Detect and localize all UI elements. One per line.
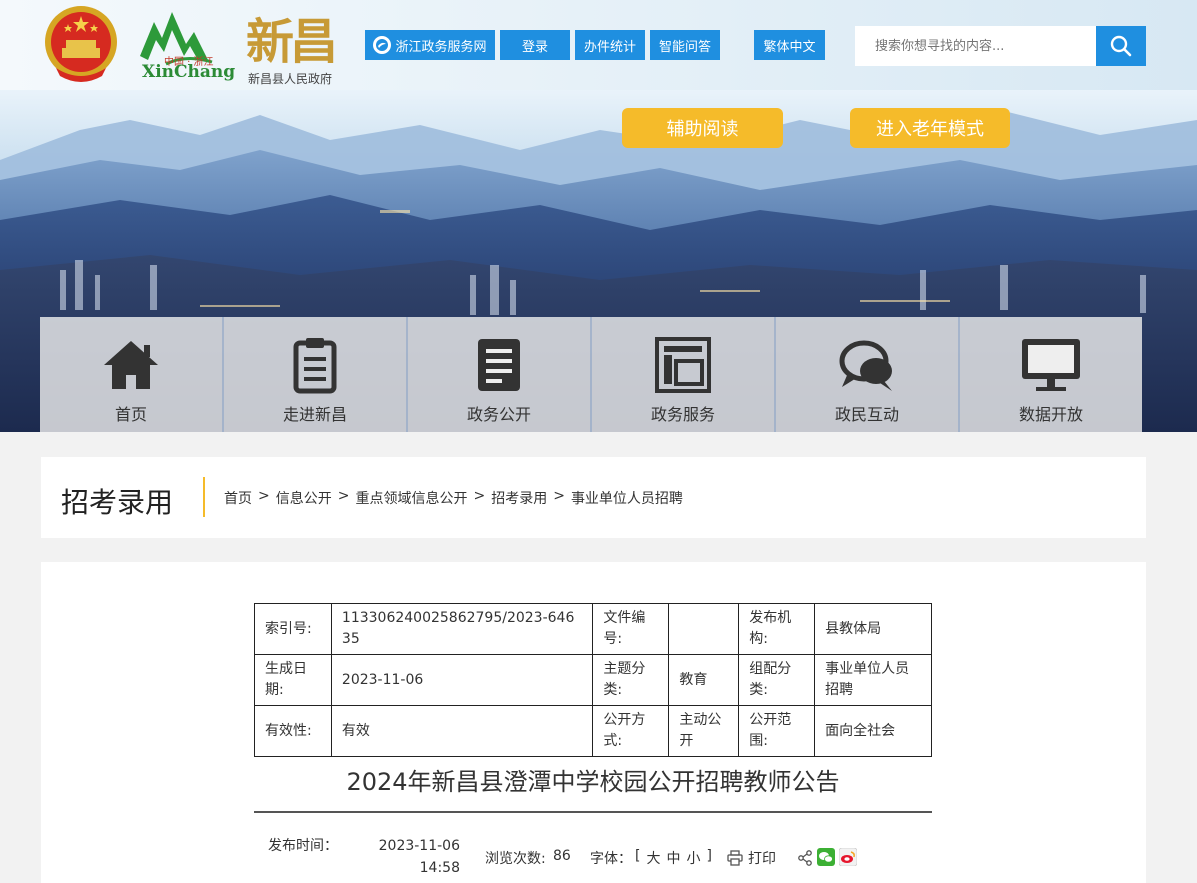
index-label: 索引号: [254, 603, 332, 655]
docno-label: 文件编号: [592, 603, 670, 655]
docno-value [668, 603, 740, 655]
topic-label: 主题分类: [592, 654, 670, 706]
breadcrumb-separator: > [337, 488, 350, 504]
metadata-table: 索引号: 113306240025862795/2023-64635 文件编号:… [254, 603, 932, 757]
article-panel: 索引号: 113306240025862795/2023-64635 文件编号:… [41, 562, 1146, 883]
breadcrumb-separator: > [258, 488, 270, 504]
clipboard-icon [293, 338, 337, 394]
nav-label-open-data: 数据开放 [1018, 405, 1083, 424]
nav-item-gov-service[interactable]: 政务服务 [592, 317, 776, 432]
font-bracket-open: [ [635, 848, 641, 864]
traditional-chinese-link[interactable]: 繁体中文 [754, 30, 825, 60]
search-input[interactable] [855, 26, 1096, 66]
home-icon [104, 341, 158, 389]
nav-label-interaction: 政民互动 [834, 405, 899, 424]
zhejiang-service-icon [373, 36, 392, 54]
font-small-link[interactable]: 小 [686, 848, 700, 868]
logo-pinyin-text: XinChang [142, 62, 236, 82]
title-divider [254, 811, 932, 813]
print-label: 打印 [748, 851, 776, 867]
font-bracket-close: ] [706, 848, 712, 864]
printer-icon [727, 850, 743, 866]
created-label: 生成日期: [254, 654, 332, 706]
publish-time-value: 2023-11-06 14:58 [378, 838, 460, 876]
nav-item-gov-open[interactable]: 政务公开 [408, 317, 592, 432]
breadcrumb-recruitment[interactable]: 招考录用 [491, 488, 547, 508]
nav-item-interaction[interactable]: 政民互动 [776, 317, 960, 432]
article-title: 2024年新昌县澄潭中学校园公开招聘教师公告 [346, 768, 840, 796]
breadcrumb: 首页 > 信息公开 > 重点领域信息公开 > 招考录用 > 事业单位人员招聘 [224, 488, 683, 508]
method-value: 主动公开 [668, 705, 740, 757]
search-icon [1110, 35, 1132, 57]
breadcrumb-separator: > [473, 488, 486, 504]
scope-value: 面向全社会 [814, 705, 932, 757]
wechat-share-icon[interactable] [817, 848, 835, 866]
main-nav: 首页 走进新昌 政务公开 政务服务 政民互动 数据开放 [40, 317, 1142, 432]
breadcrumb-public-institution[interactable]: 事业单位人员招聘 [571, 488, 683, 508]
section-divider [203, 477, 205, 517]
breadcrumb-home[interactable]: 首页 [224, 488, 252, 508]
zhejiang-gov-service-link[interactable]: 浙江政务服务网 [365, 30, 495, 60]
monitor-icon [1022, 339, 1080, 391]
smart-qa-link[interactable]: 智能问答 [650, 30, 720, 60]
font-size-label: 字体： [590, 851, 632, 867]
logo-title-text: 新昌 [246, 14, 338, 70]
valid-label: 有效性: [254, 705, 332, 757]
group-value: 事业单位人员招聘 [814, 654, 932, 706]
font-size-controls: [ 大 中 小 ] [635, 848, 712, 868]
valid-value: 有效 [330, 705, 594, 757]
topic-value: 教育 [668, 654, 740, 706]
national-emblem-icon [45, 6, 117, 82]
group-label: 组配分类: [738, 654, 816, 706]
table-row: 生成日期: 2023-11-06 主题分类: 教育 组配分类: 事业单位人员招聘 [254, 654, 932, 706]
publisher-label: 发布机构: [738, 603, 816, 655]
chat-icon [839, 340, 892, 391]
font-large-link[interactable]: 大 [646, 848, 660, 868]
views-label: 浏览次数: [485, 851, 546, 867]
publisher-value: 县教体局 [814, 603, 932, 655]
nav-item-home[interactable]: 首页 [40, 317, 224, 432]
nav-label-gov-service: 政务服务 [650, 405, 715, 424]
case-stats-link[interactable]: 办件统计 [575, 30, 645, 60]
font-medium-link[interactable]: 中 [666, 848, 680, 868]
index-value: 113306240025862795/2023-64635 [330, 603, 594, 655]
weibo-share-icon[interactable] [839, 848, 857, 866]
logo-subtitle: 新昌县人民政府 [248, 72, 333, 86]
table-row: 有效性: 有效 公开方式: 主动公开 公开范围: 面向全社会 [254, 705, 932, 757]
frame-icon [655, 337, 711, 393]
method-label: 公开方式: [592, 705, 670, 757]
elder-mode-button[interactable]: 进入老年模式 [850, 108, 1010, 148]
nav-label-about: 走进新昌 [282, 405, 347, 424]
created-value: 2023-11-06 [330, 654, 594, 706]
scope-label: 公开范围: [738, 705, 816, 757]
login-link[interactable]: 登录 [500, 30, 570, 60]
breadcrumb-key-areas[interactable]: 重点领域信息公开 [355, 488, 467, 508]
zhejiang-gov-service-label: 浙江政务服务网 [395, 39, 487, 55]
section-title: 招考录用 [61, 486, 174, 519]
nav-item-open-data[interactable]: 数据开放 [960, 317, 1142, 432]
nav-label-home: 首页 [114, 405, 147, 424]
table-row: 索引号: 113306240025862795/2023-64635 文件编号:… [254, 603, 932, 655]
breadcrumb-panel: 招考录用 首页 > 信息公开 > 重点领域信息公开 > 招考录用 > 事业单位人… [41, 457, 1146, 538]
publish-time-label: 发布时间： [268, 838, 338, 854]
document-icon [478, 339, 520, 391]
nav-label-gov-open: 政务公开 [466, 405, 531, 424]
search-button[interactable] [1096, 26, 1146, 66]
assist-reading-button[interactable]: 辅助阅读 [622, 108, 783, 148]
nav-item-about[interactable]: 走进新昌 [224, 317, 408, 432]
share-icon[interactable] [797, 850, 813, 866]
breadcrumb-info-open[interactable]: 信息公开 [276, 488, 332, 508]
breadcrumb-separator: > [553, 488, 565, 504]
views-count: 86 [553, 848, 571, 864]
print-button[interactable]: 打印 [727, 848, 776, 868]
page-banner: 中国 · 浙江 XinChang 新昌 新昌县人民政府 浙江政务服务网 登录 办… [0, 0, 1197, 432]
